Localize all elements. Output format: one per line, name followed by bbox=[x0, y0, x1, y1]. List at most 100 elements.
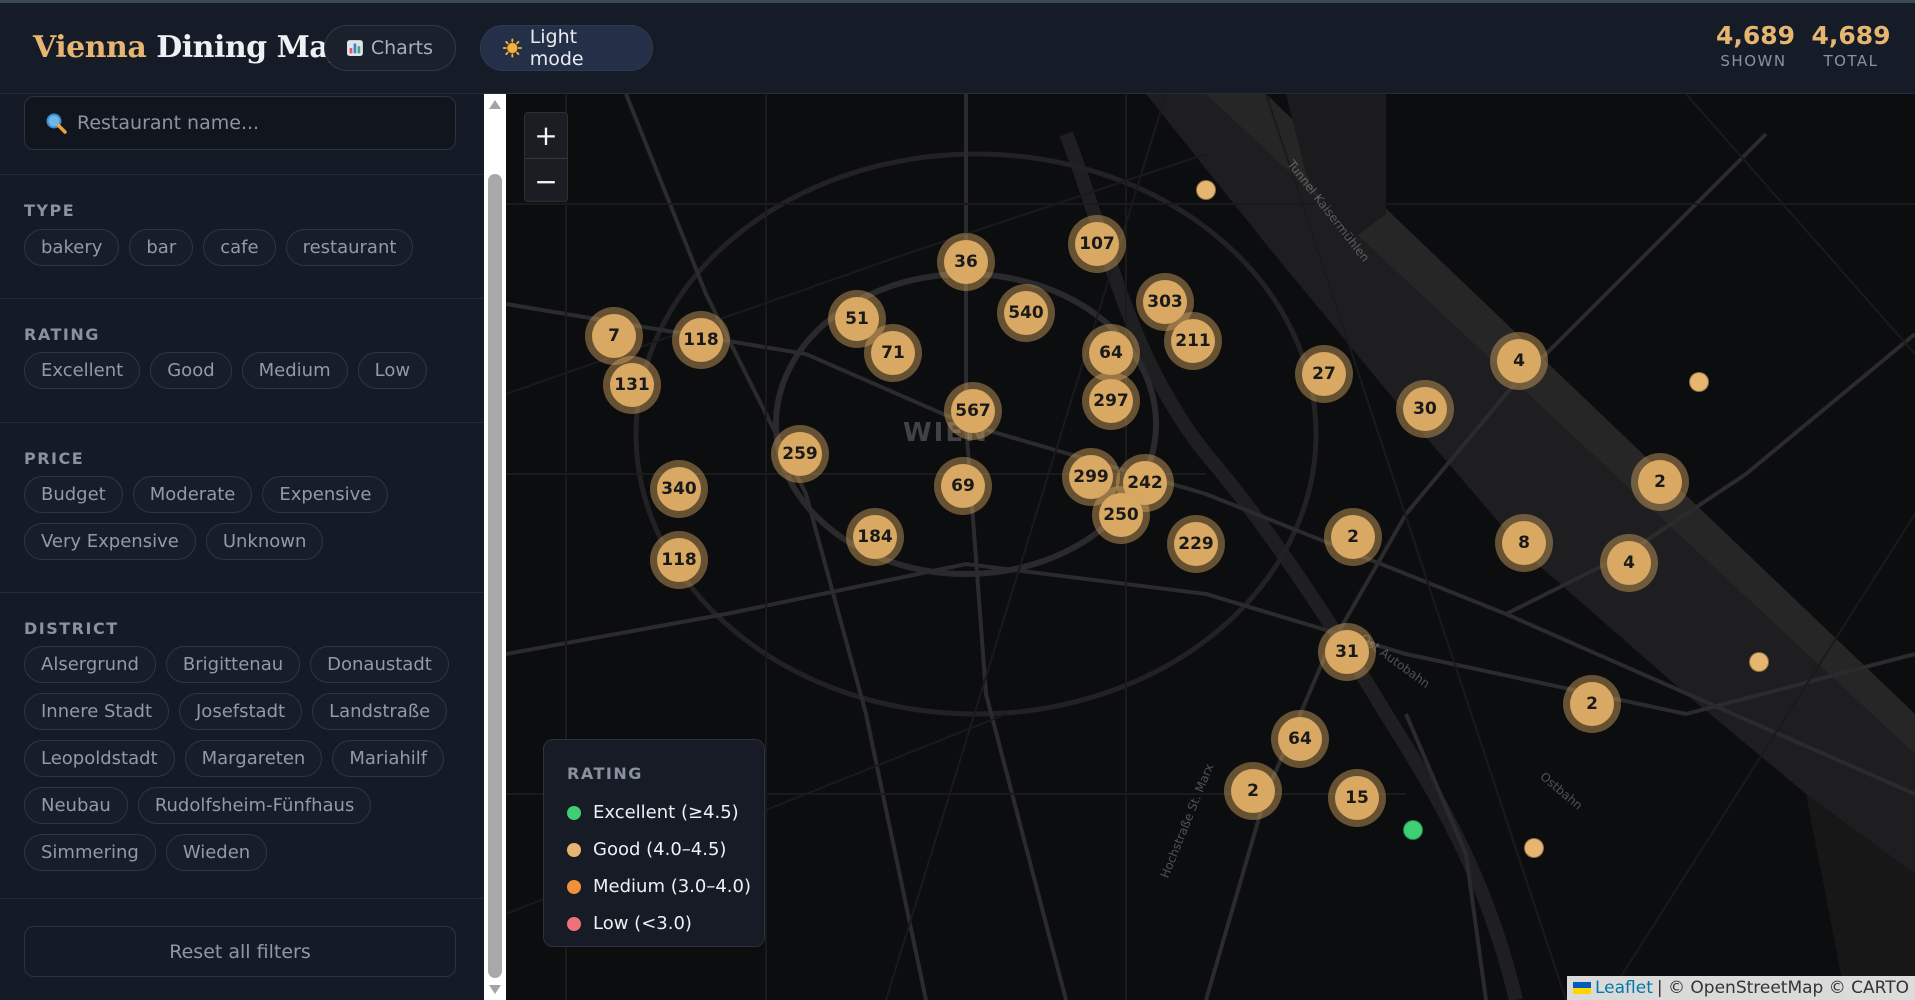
map-cluster[interactable]: 540 bbox=[997, 284, 1055, 342]
chip-district-landstrasse[interactable]: Landstraße bbox=[312, 693, 448, 730]
reset-filters-button[interactable]: Reset all filters bbox=[24, 926, 456, 977]
chip-price-very-expensive[interactable]: Very Expensive bbox=[24, 523, 196, 560]
map-cluster[interactable]: 211 bbox=[1164, 312, 1222, 370]
zoom-control: + − bbox=[524, 112, 568, 202]
chip-district-neubau[interactable]: Neubau bbox=[24, 787, 128, 824]
district-filter-title: DISTRICT bbox=[24, 619, 119, 638]
total-count: 4,689 bbox=[1811, 21, 1891, 50]
chip-district-simmering[interactable]: Simmering bbox=[24, 834, 156, 871]
chip-price-moderate[interactable]: Moderate bbox=[132, 476, 253, 513]
restaurant-marker[interactable] bbox=[1196, 180, 1216, 200]
light-mode-toggle[interactable]: Light mode bbox=[480, 25, 653, 71]
map-cluster[interactable]: 131 bbox=[603, 356, 661, 414]
shown-stat: 4,689 SHOWN bbox=[1716, 21, 1795, 70]
chip-rating-good[interactable]: Good bbox=[150, 352, 232, 389]
legend-title: RATING bbox=[567, 764, 643, 783]
cluster-count: 36 bbox=[944, 240, 988, 284]
map-cluster[interactable]: 15 bbox=[1328, 769, 1386, 827]
cluster-count: 31 bbox=[1325, 630, 1369, 674]
map-cluster[interactable]: 229 bbox=[1167, 515, 1225, 573]
type-filter-section: TYPE bakery bar cafe restaurant bbox=[0, 174, 484, 298]
chip-district-margareten[interactable]: Margareten bbox=[184, 740, 323, 777]
chip-district-brigittenau[interactable]: Brigittenau bbox=[165, 646, 301, 683]
app-header: Vienna Dining Map Charts Light mode 4,68… bbox=[0, 3, 1915, 94]
cluster-count: 211 bbox=[1171, 319, 1215, 363]
cluster-count: 297 bbox=[1089, 379, 1133, 423]
legend-item-low: Low (<3.0) bbox=[567, 913, 692, 934]
chip-district-leopoldstadt[interactable]: Leopoldstadt bbox=[24, 740, 175, 777]
legend-swatch-medium bbox=[567, 879, 581, 894]
cluster-count: 2 bbox=[1638, 460, 1682, 504]
scroll-up-arrow-icon[interactable] bbox=[489, 100, 501, 109]
sun-icon bbox=[503, 38, 522, 58]
map-cluster[interactable]: 118 bbox=[672, 311, 730, 369]
scroll-down-arrow-icon[interactable] bbox=[489, 985, 501, 994]
legend-swatch-low bbox=[567, 916, 581, 931]
map-cluster[interactable]: 69 bbox=[934, 457, 992, 515]
chip-type-bakery[interactable]: bakery bbox=[24, 229, 120, 266]
map-cluster[interactable]: 340 bbox=[650, 460, 708, 518]
map-cluster[interactable]: 4 bbox=[1600, 534, 1658, 592]
map-cluster[interactable]: 118 bbox=[650, 531, 708, 589]
restaurant-marker[interactable] bbox=[1524, 838, 1544, 858]
map-cluster[interactable]: 567 bbox=[944, 382, 1002, 440]
map-cluster[interactable]: 64 bbox=[1271, 710, 1329, 768]
cluster-count: 64 bbox=[1278, 717, 1322, 761]
map-cluster[interactable]: 107 bbox=[1068, 215, 1126, 273]
chip-price-expensive[interactable]: Expensive bbox=[262, 476, 389, 513]
restaurant-search-input[interactable] bbox=[77, 112, 437, 134]
sidebar-scrollbar[interactable] bbox=[484, 94, 506, 1000]
map-cluster[interactable]: 31 bbox=[1318, 623, 1376, 681]
map-cluster[interactable]: 2 bbox=[1224, 762, 1282, 820]
cluster-count: 4 bbox=[1497, 339, 1541, 383]
bar-chart-icon bbox=[347, 40, 363, 56]
legend-label-medium: Medium (3.0–4.0) bbox=[593, 876, 751, 897]
app-title: Vienna Dining Map bbox=[33, 30, 349, 65]
map-cluster[interactable]: 4 bbox=[1490, 332, 1548, 390]
chip-type-bar[interactable]: bar bbox=[129, 229, 194, 266]
cluster-count: 64 bbox=[1089, 331, 1133, 375]
cluster-count: 107 bbox=[1075, 222, 1119, 266]
restaurant-marker[interactable] bbox=[1749, 652, 1769, 672]
map-cluster[interactable]: 2 bbox=[1563, 675, 1621, 733]
app-title-rest: Dining Map bbox=[156, 30, 349, 65]
chip-district-innere-stadt[interactable]: Innere Stadt bbox=[24, 693, 169, 730]
scrollbar-thumb[interactable] bbox=[488, 174, 502, 978]
map-cluster[interactable]: 30 bbox=[1396, 380, 1454, 438]
chip-district-alsergrund[interactable]: Alsergrund bbox=[24, 646, 156, 683]
map-cluster[interactable]: 184 bbox=[846, 508, 904, 566]
charts-button[interactable]: Charts bbox=[324, 25, 456, 71]
map-canvas[interactable]: WIEN Tunnel Kaisermühlen Ost Autobahn Os… bbox=[506, 94, 1915, 1000]
map-cluster[interactable]: 27 bbox=[1295, 345, 1353, 403]
chip-rating-medium[interactable]: Medium bbox=[241, 352, 348, 389]
chip-type-restaurant[interactable]: restaurant bbox=[285, 229, 414, 266]
search-box bbox=[24, 96, 456, 150]
chip-district-josefstadt[interactable]: Josefstadt bbox=[179, 693, 303, 730]
chip-district-wieden[interactable]: Wieden bbox=[165, 834, 268, 871]
legend-item-medium: Medium (3.0–4.0) bbox=[567, 876, 751, 897]
map-cluster[interactable]: 259 bbox=[771, 425, 829, 483]
leaflet-link[interactable]: Leaflet bbox=[1595, 978, 1653, 998]
map-cluster[interactable]: 36 bbox=[937, 233, 995, 291]
map-cluster[interactable]: 2 bbox=[1631, 453, 1689, 511]
chip-rating-excellent[interactable]: Excellent bbox=[24, 352, 141, 389]
map-cluster[interactable]: 297 bbox=[1082, 372, 1140, 430]
zoom-out-button[interactable]: − bbox=[525, 158, 567, 203]
map-cluster[interactable]: 8 bbox=[1495, 514, 1553, 572]
legend-swatch-good bbox=[567, 842, 581, 857]
cluster-count: 69 bbox=[941, 464, 985, 508]
restaurant-marker[interactable] bbox=[1689, 372, 1709, 392]
map-cluster[interactable]: 71 bbox=[864, 324, 922, 382]
chip-district-mariahilf[interactable]: Mariahilf bbox=[332, 740, 445, 777]
restaurant-marker[interactable] bbox=[1403, 820, 1423, 840]
type-filter-title: TYPE bbox=[24, 201, 76, 220]
chip-type-cafe[interactable]: cafe bbox=[203, 229, 276, 266]
chip-price-budget[interactable]: Budget bbox=[24, 476, 123, 513]
map-cluster[interactable]: 250 bbox=[1092, 486, 1150, 544]
zoom-in-button[interactable]: + bbox=[525, 113, 567, 158]
chip-district-donaustadt[interactable]: Donaustadt bbox=[310, 646, 449, 683]
map-cluster[interactable]: 2 bbox=[1324, 508, 1382, 566]
chip-price-unknown[interactable]: Unknown bbox=[205, 523, 324, 560]
chip-rating-low[interactable]: Low bbox=[357, 352, 428, 389]
chip-district-rudolfsheim-fuenfhaus[interactable]: Rudolfsheim-Fünfhaus bbox=[137, 787, 372, 824]
